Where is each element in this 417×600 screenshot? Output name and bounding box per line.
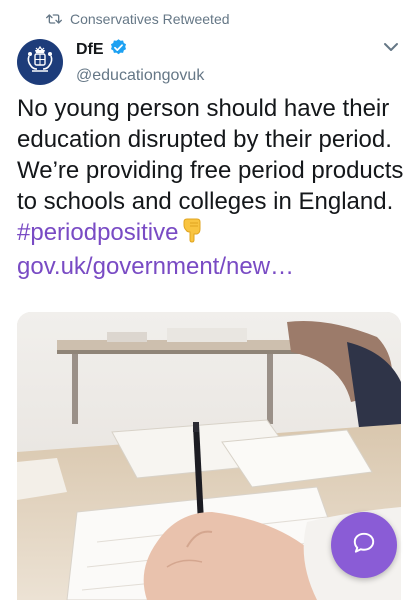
tweet-card[interactable]: Conservatives Retweeted DfE @educationgo… [0, 0, 417, 600]
retweet-context: Conservatives Retweeted [46, 11, 230, 27]
tweet-text: No young person should have their educat… [17, 93, 409, 282]
compose-reply-icon [351, 530, 377, 561]
author-block[interactable]: DfE @educationgovuk [76, 38, 204, 85]
retweet-icon [46, 12, 62, 26]
tweet-menu-button[interactable] [379, 36, 403, 60]
avatar[interactable] [17, 39, 63, 85]
tweet-text-plain: No young person should have their educat… [17, 95, 404, 215]
verified-badge-icon [109, 38, 128, 62]
chevron-down-icon [383, 39, 399, 57]
royal-crest-icon [20, 40, 60, 85]
hashtag-link[interactable]: #periodpositive [17, 219, 178, 246]
retweet-text[interactable]: Conservatives Retweeted [70, 11, 230, 27]
article-link[interactable]: gov.uk/government/new… [17, 253, 294, 280]
pointing-down-emoji-icon [181, 217, 203, 251]
compose-reply-button[interactable] [331, 512, 397, 578]
display-name[interactable]: DfE [76, 41, 104, 59]
handle[interactable]: @educationgovuk [76, 67, 204, 85]
